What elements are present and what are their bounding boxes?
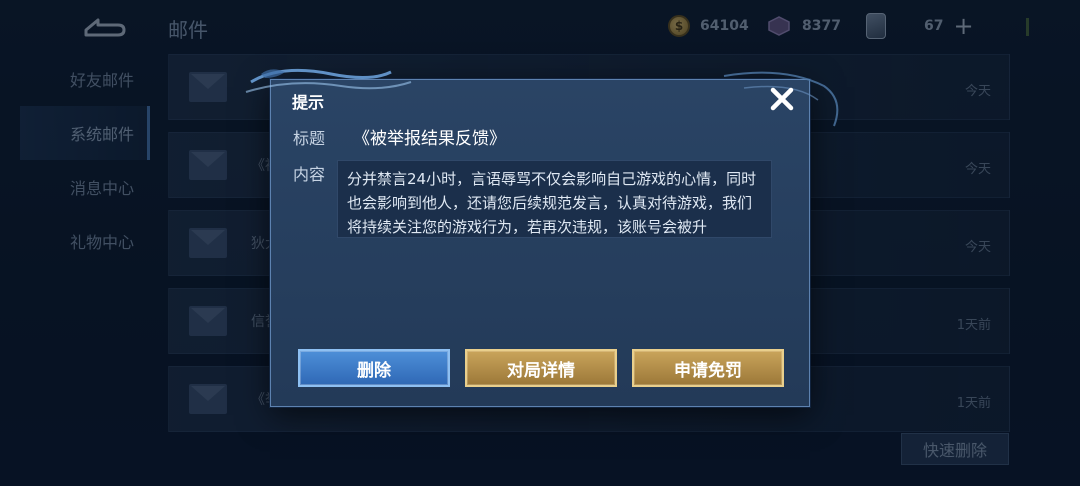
content-scroll-area[interactable]: 分并禁言24小时，言语辱骂不仅会影响自己游戏的心情，同时也会影响到他人，还请您后…: [337, 160, 772, 238]
title-field-label: 标题: [293, 129, 326, 148]
mail-content-text: 分并禁言24小时，言语辱骂不仅会影响自己游戏的心情，同时也会影响到他人，还请您后…: [347, 170, 757, 236]
report-result-dialog: 提示 标题 《被举报结果反馈》 内容 分并禁言24小时，言语辱骂不仅会影响自己游…: [245, 68, 839, 407]
content-field-label: 内容: [293, 165, 326, 184]
dialog-title: 提示: [292, 93, 325, 112]
mail-title-value: 《被举报结果反馈》: [353, 129, 506, 149]
match-details-button[interactable]: 对局详情: [465, 349, 617, 387]
appeal-button[interactable]: 申请免罚: [632, 349, 784, 387]
delete-button[interactable]: 删除: [298, 349, 450, 387]
close-icon[interactable]: [767, 84, 797, 114]
